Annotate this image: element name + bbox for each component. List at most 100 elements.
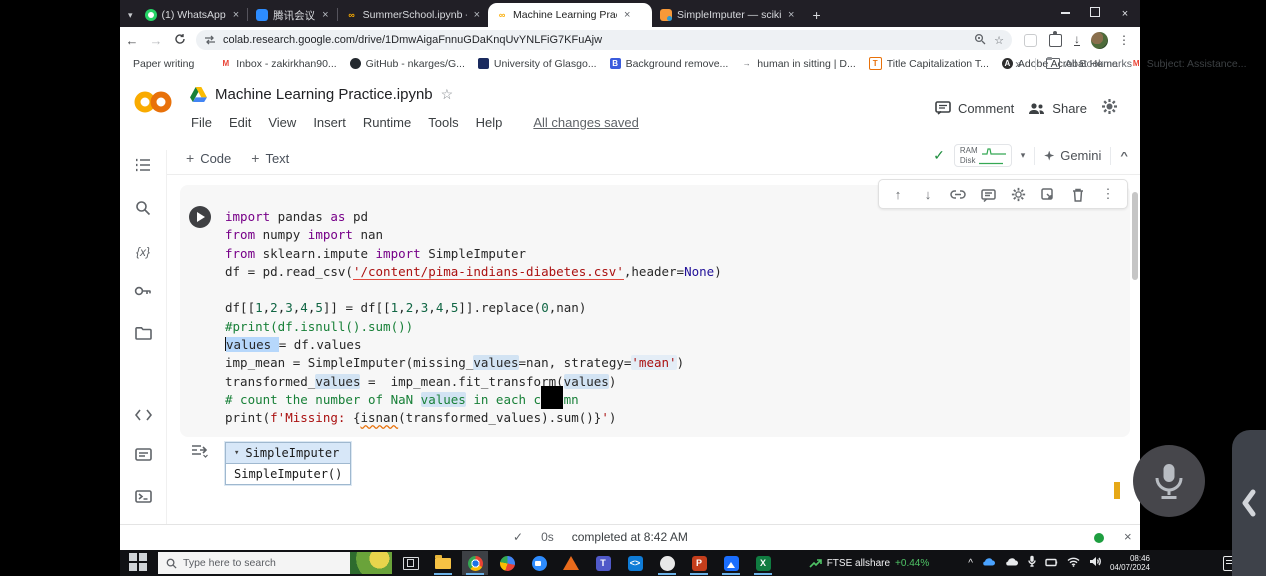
- microphone-tray-icon[interactable]: [1028, 554, 1036, 572]
- search-daily-image[interactable]: [350, 552, 392, 574]
- all-changes-saved-link[interactable]: All changes saved: [533, 115, 639, 130]
- tab-summerschool-colab[interactable]: ∞ SummerSchool.ipynb - Colab ×: [338, 3, 488, 27]
- cloud-icon[interactable]: [1005, 554, 1019, 572]
- code-editor[interactable]: import pandas as pd from numpy import na…: [225, 208, 722, 428]
- notebook-scrollbar[interactable]: [1132, 192, 1138, 280]
- menu-view[interactable]: View: [268, 115, 296, 130]
- file-explorer-icon[interactable]: [430, 551, 456, 575]
- bookmark-paper-writing[interactable]: Paper writing: [133, 58, 194, 70]
- code-line[interactable]: #print(df.isnull().sum()): [225, 318, 722, 336]
- tab-search-chevron-icon[interactable]: ▾: [128, 10, 133, 21]
- bookmark-subject-assistance[interactable]: M Subject: Assistance...: [1131, 58, 1247, 70]
- code-line[interactable]: import pandas as pd: [225, 208, 722, 226]
- move-cell-up-icon[interactable]: ↑: [883, 187, 913, 202]
- move-cell-down-icon[interactable]: ↓: [913, 187, 943, 202]
- delete-cell-icon[interactable]: [1063, 186, 1093, 202]
- search-icon[interactable]: [120, 200, 166, 221]
- cell-settings-gear-icon[interactable]: [1003, 186, 1033, 202]
- extensions-icon[interactable]: [1049, 34, 1062, 47]
- window-close-button[interactable]: ×: [1110, 8, 1140, 20]
- code-line[interactable]: df = pd.read_csv('/content/pima-indians-…: [225, 263, 722, 281]
- tab-whatsapp[interactable]: (1) WhatsApp ×: [137, 3, 248, 27]
- powerpoint-icon[interactable]: P: [686, 551, 712, 575]
- star-notebook-icon[interactable]: ☆: [441, 86, 454, 103]
- all-bookmarks-button[interactable]: All Bookmarks: [1046, 58, 1132, 70]
- taskbar-search-box[interactable]: Type here to search: [158, 552, 392, 574]
- bookmarks-overflow-icon[interactable]: »: [1015, 57, 1022, 71]
- estimator-caret-icon[interactable]: ▾: [234, 448, 239, 458]
- overlay-handle-strip[interactable]: [1232, 430, 1266, 576]
- tab-simpleimputer-docs[interactable]: SimpleImputer — scikit-learn 1 ×: [652, 3, 802, 27]
- onedrive-cloud-icon[interactable]: [982, 554, 996, 572]
- code-line[interactable]: values = df.values: [225, 336, 722, 354]
- cell-more-options-icon[interactable]: ⋮: [1093, 186, 1123, 202]
- start-button[interactable]: [128, 552, 150, 574]
- add-code-button[interactable]: + Code: [186, 150, 231, 166]
- notebook-title[interactable]: Machine Learning Practice.ipynb: [215, 86, 433, 103]
- menu-file[interactable]: File: [191, 115, 212, 130]
- wifi-icon[interactable]: [1067, 554, 1080, 572]
- resource-monitor[interactable]: RAM Disk: [954, 144, 1012, 167]
- teams-icon[interactable]: T: [590, 551, 616, 575]
- variables-icon[interactable]: {x}: [120, 245, 166, 259]
- round-light-app-icon[interactable]: [654, 551, 680, 575]
- share-button[interactable]: Share: [1028, 101, 1087, 116]
- settings-gear-icon[interactable]: [1101, 98, 1118, 118]
- code-line[interactable]: from sklearn.impute import SimpleImputer: [225, 245, 722, 263]
- run-cell-button[interactable]: [189, 206, 211, 228]
- battery-icon[interactable]: [1045, 554, 1058, 572]
- bookmark-background-remover[interactable]: B Background remove...: [610, 58, 729, 70]
- estimator-header[interactable]: ▾ SimpleImputer: [226, 443, 350, 464]
- tab-tencent-meeting[interactable]: 腾讯会议 ×: [248, 3, 336, 27]
- zoom-app-icon[interactable]: [526, 551, 552, 575]
- gemini-button[interactable]: Gemini: [1044, 148, 1101, 163]
- forward-icon[interactable]: →: [144, 33, 168, 48]
- menu-help[interactable]: Help: [476, 115, 503, 130]
- address-bar[interactable]: colab.research.google.com/drive/1DmwAiga…: [196, 30, 1012, 50]
- tab-machine-learning-practice[interactable]: ∞ Machine Learning Practice.ipy ×: [488, 3, 652, 27]
- tab-close-icon[interactable]: ×: [472, 9, 482, 21]
- profile-avatar[interactable]: [1091, 32, 1108, 49]
- matlab-icon[interactable]: [558, 551, 584, 575]
- back-icon[interactable]: ←: [120, 33, 144, 48]
- hidden-icons-chevron[interactable]: ^: [968, 558, 973, 569]
- link-cell-icon[interactable]: [943, 187, 973, 202]
- menu-tools[interactable]: Tools: [428, 115, 458, 130]
- secrets-key-icon[interactable]: [120, 284, 166, 302]
- tab-close-icon[interactable]: ×: [320, 9, 330, 21]
- code-line[interactable]: # count the number of NaN values in each…: [225, 391, 722, 409]
- menu-edit[interactable]: Edit: [229, 115, 251, 130]
- excel-icon[interactable]: X: [750, 551, 776, 575]
- code-line[interactable]: [225, 281, 722, 299]
- code-snippets-icon[interactable]: [120, 408, 166, 426]
- bookmark-github[interactable]: GitHub - nkarges/G...: [350, 58, 465, 70]
- code-line[interactable]: from numpy import nan: [225, 226, 722, 244]
- downloads-icon[interactable]: ↓: [1074, 34, 1080, 46]
- taskbar-clock[interactable]: 08:46 04/07/2024: [1110, 554, 1150, 572]
- site-connection-icon[interactable]: [204, 35, 216, 45]
- bookmark-university[interactable]: University of Glasgo...: [478, 58, 597, 70]
- chevron-left-icon[interactable]: [1241, 488, 1257, 518]
- command-palette-icon[interactable]: [120, 448, 166, 466]
- tencent-meeting-icon[interactable]: [718, 551, 744, 575]
- reload-icon[interactable]: [168, 33, 192, 48]
- new-tab-button[interactable]: +: [812, 7, 820, 23]
- status-close-icon[interactable]: ×: [1124, 529, 1132, 544]
- comment-cell-icon[interactable]: [973, 186, 1003, 201]
- code-line[interactable]: df[[1,2,3,4,5]] = df[[1,2,3,4,5]].replac…: [225, 299, 722, 317]
- menu-runtime[interactable]: Runtime: [363, 115, 411, 130]
- bookmark-human-sitting[interactable]: → human in sitting | D...: [741, 58, 855, 70]
- chrome-icon[interactable]: [462, 551, 488, 575]
- tab-close-icon[interactable]: ×: [622, 9, 632, 21]
- code-line[interactable]: print(f'Missing: {isnan(transformed_valu…: [225, 409, 722, 427]
- code-line[interactable]: transformed_values = imp_mean.fit_transf…: [225, 373, 722, 391]
- pinwheel-app-icon[interactable]: [494, 551, 520, 575]
- table-of-contents-icon[interactable]: [120, 158, 166, 177]
- volume-icon[interactable]: [1089, 554, 1101, 572]
- collapse-header-icon[interactable]: ^: [1120, 150, 1128, 162]
- minimize-button[interactable]: [1050, 8, 1080, 20]
- stock-ticker-widget[interactable]: FTSE allshare +0.44%: [809, 558, 930, 569]
- zoom-level-icon[interactable]: [974, 33, 986, 48]
- bookmark-star-icon[interactable]: ☆: [994, 34, 1004, 47]
- resources-dropdown-icon[interactable]: ▾: [1021, 150, 1026, 161]
